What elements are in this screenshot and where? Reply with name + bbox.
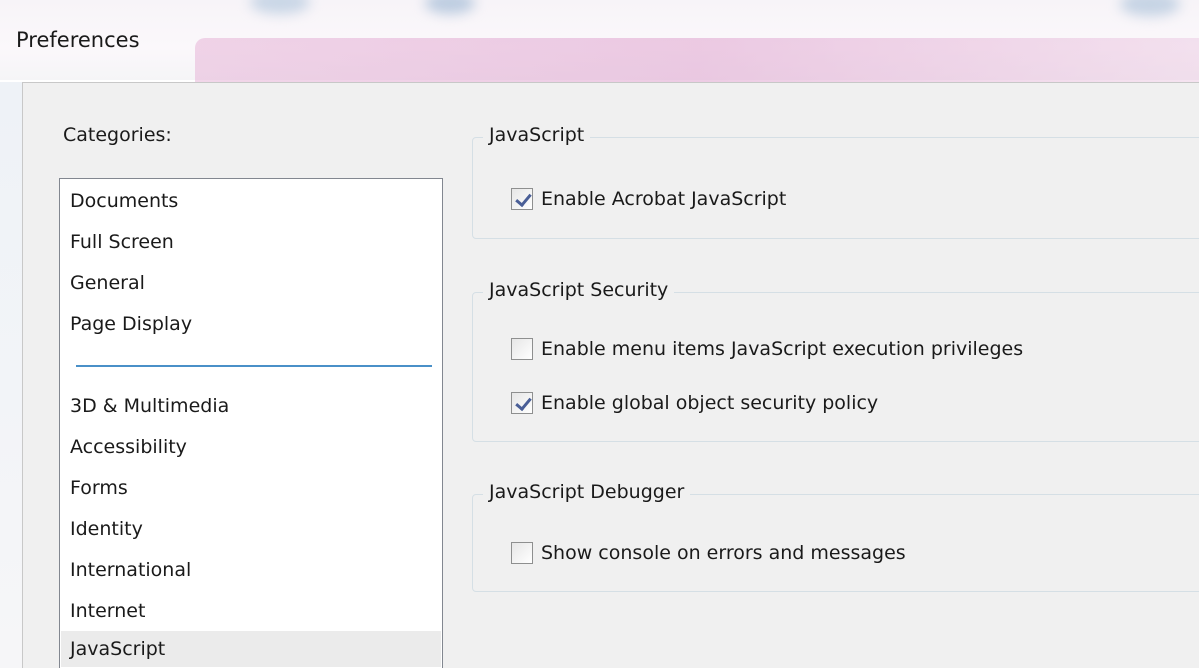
menu-items-privileges-option[interactable]: Enable menu items JavaScript execution p…	[511, 336, 1023, 362]
enable-acrobat-javascript-label: Enable Acrobat JavaScript	[541, 188, 787, 210]
javascript-group-title: JavaScript	[483, 124, 591, 146]
global-object-security-label: Enable global object security policy	[541, 392, 879, 414]
category-internet[interactable]: Internet	[70, 600, 145, 622]
category-general[interactable]: General	[70, 272, 145, 294]
javascript-group: JavaScript Enable Acrobat JavaScript	[472, 124, 1199, 239]
window-frame-edge	[0, 82, 22, 668]
javascript-security-group: JavaScript Security Enable menu items Ja…	[472, 279, 1199, 442]
glass-highlight	[425, 0, 475, 14]
category-page-display[interactable]: Page Display	[70, 313, 192, 335]
category-accessibility[interactable]: Accessibility	[70, 436, 187, 458]
show-console-checkbox[interactable]	[511, 542, 533, 564]
show-console-option[interactable]: Show console on errors and messages	[511, 540, 906, 566]
enable-acrobat-javascript-checkbox[interactable]	[511, 188, 533, 210]
global-object-security-option[interactable]: Enable global object security policy	[511, 390, 878, 416]
categories-list[interactable]: Documents Full Screen General Page Displ…	[59, 178, 443, 668]
menu-items-privileges-label: Enable menu items JavaScript execution p…	[541, 338, 1024, 360]
category-separator	[76, 365, 432, 367]
category-full-screen[interactable]: Full Screen	[70, 231, 174, 253]
categories-label: Categories:	[63, 124, 172, 146]
javascript-debugger-group-title: JavaScript Debugger	[483, 481, 691, 503]
window-title: Preferences	[16, 28, 140, 52]
global-object-security-checkbox[interactable]	[511, 392, 533, 414]
javascript-debugger-group: JavaScript Debugger Show console on erro…	[472, 481, 1199, 592]
category-identity[interactable]: Identity	[70, 518, 143, 540]
enable-acrobat-javascript-option[interactable]: Enable Acrobat JavaScript	[511, 186, 786, 212]
category-forms[interactable]: Forms	[70, 477, 128, 499]
category-international[interactable]: International	[70, 559, 191, 581]
glass-highlight	[1120, 0, 1180, 16]
category-javascript[interactable]: JavaScript	[61, 631, 441, 667]
show-console-label: Show console on errors and messages	[541, 542, 906, 564]
javascript-security-group-title: JavaScript Security	[483, 279, 675, 301]
glass-highlight	[250, 0, 310, 14]
category-documents[interactable]: Documents	[70, 190, 178, 212]
glass-streak	[195, 38, 1199, 82]
title-bar: Preferences	[0, 0, 1199, 82]
menu-items-privileges-checkbox[interactable]	[511, 338, 533, 360]
category-3d-multimedia[interactable]: 3D & Multimedia	[70, 395, 229, 417]
